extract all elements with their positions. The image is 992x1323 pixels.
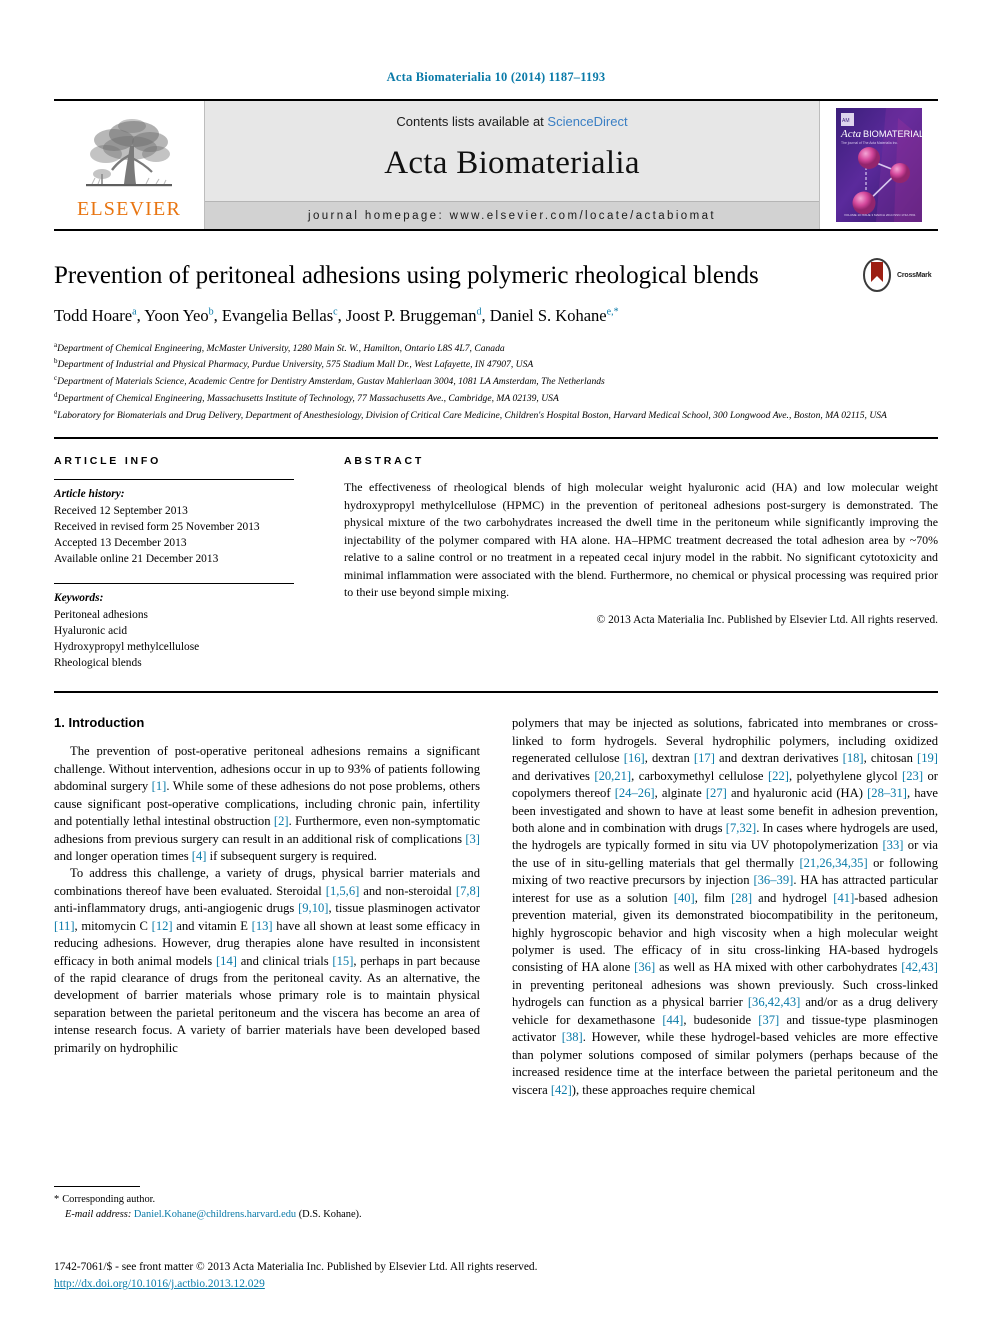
author-sep: , (213, 306, 222, 325)
author-entry: Yoon Yeob, (144, 306, 222, 325)
affiliation-text: Department of Chemical Engineering, McMa… (57, 342, 505, 354)
journal-cover-image: AM Acta BIOMATERIALIA The journal of The… (836, 108, 922, 222)
article-info-column: ARTICLE INFO Article history: Received 1… (54, 455, 342, 671)
email-link[interactable]: Daniel.Kohane@childrens.harvard.edu (134, 1209, 296, 1220)
corresponding-author-note: * Corresponding author. E-mail address: D… (54, 1192, 452, 1222)
masthead-center: Contents lists available at ScienceDirec… (204, 101, 820, 229)
contents-lists-line: Contents lists available at ScienceDirec… (396, 114, 627, 129)
affiliation-text: Laboratory for Biomaterials and Drug Del… (57, 409, 887, 421)
info-abstract-section: ARTICLE INFO Article history: Received 1… (54, 439, 938, 671)
keywords-group: Keywords: Peritoneal adhesions Hyaluroni… (54, 590, 324, 671)
elsevier-tree-icon (86, 118, 172, 186)
section-title-introduction: 1. Introduction (54, 715, 145, 731)
paragraph: To address this challenge, a variety of … (54, 866, 481, 1055)
article-page: Acta Biomaterialia 10 (2014) 1187–1193 E… (0, 0, 992, 1323)
journal-masthead: ELSEVIER Contents lists available at Sci… (54, 99, 938, 229)
author-entry: Evangelia Bellasc, (222, 306, 346, 325)
sciencedirect-link[interactable]: ScienceDirect (547, 114, 627, 129)
author-name: Evangelia Bellas (221, 306, 334, 325)
keyword-item: Hyaluronic acid (54, 624, 128, 637)
affiliation-item: aDepartment of Chemical Engineering, McM… (54, 340, 938, 357)
affiliation-item: cDepartment of Materials Science, Academ… (54, 373, 938, 390)
journal-homepage[interactable]: journal homepage: www.elsevier.com/locat… (205, 201, 819, 229)
affiliation-text: Department of Materials Science, Academi… (57, 376, 605, 388)
email-label: E-mail address: (65, 1209, 132, 1221)
body-column-right: polymers that may be injected as solutio… (512, 715, 938, 1099)
author-entry: Daniel S. Kohanee,* (490, 306, 619, 325)
author-name: Daniel S. Kohane (489, 306, 607, 325)
abstract-bottom-rule (54, 691, 938, 694)
history-item: Accepted 13 December 2013 (54, 537, 187, 550)
contents-prefix: Contents lists available at (396, 114, 548, 129)
author-entry: Joost P. Bruggemand, (346, 306, 490, 325)
author-name: Todd Hoare (54, 306, 133, 325)
affiliation-text: Department of Industrial and Physical Ph… (57, 359, 534, 371)
svg-text:The journal of The Acta Materi: The journal of The Acta Materialia Inc. (841, 141, 898, 145)
paragraph: polymers that may be injected as solutio… (512, 716, 939, 1097)
masthead-bottom-rule (54, 229, 938, 231)
email-owner: (D.S. Kohane). (298, 1209, 362, 1221)
footnote-block: * Corresponding author. E-mail address: D… (54, 1186, 452, 1222)
footnote-rule (54, 1186, 140, 1187)
corresponding-text: Corresponding author. (62, 1194, 156, 1205)
crossmark-badge[interactable]: CrossMark (860, 257, 938, 293)
affiliation-item: eLaboratory for Biomaterials and Drug De… (54, 407, 938, 424)
author-name: Yoon Yeo (144, 306, 209, 325)
abstract-text: The effectiveness of rheological blends … (344, 480, 938, 600)
page-title: Prevention of peritoneal adhesions using… (54, 262, 759, 289)
author-name: Joost P. Bruggeman (345, 306, 477, 325)
abstract-column: ABSTRACT The effectiveness of rheologica… (342, 455, 938, 671)
author-entry: Todd Hoarea, (54, 306, 144, 325)
history-item: Received 12 September 2013 (54, 504, 188, 517)
title-block: Prevention of peritoneal adhesions using… (54, 258, 938, 424)
history-item: Available online 21 December 2013 (54, 553, 219, 566)
keyword-item: Rheological blends (54, 657, 142, 670)
article-history-rule (54, 479, 294, 481)
journal-title: Acta Biomaterialia (384, 145, 640, 181)
article-info-heading: ARTICLE INFO (54, 455, 162, 468)
page-footer: 1742-7061/$ - see front matter © 2013 Ac… (54, 1259, 537, 1293)
author-sep: , (481, 306, 490, 325)
affiliation-item: bDepartment of Industrial and Physical P… (54, 356, 938, 373)
email-line: E-mail address: Daniel.Kohane@childrens.… (54, 1207, 452, 1222)
issn-copyright-line: 1742-7061/$ - see front matter © 2013 Ac… (54, 1261, 538, 1273)
journal-cover-container: AM Acta BIOMATERIALIA The journal of The… (820, 101, 938, 229)
keyword-item: Hydroxypropyl methylcellulose (54, 640, 200, 653)
history-item: Received in revised form 25 November 201… (54, 520, 260, 533)
svg-text:AM: AM (842, 118, 850, 124)
svg-text:BIOMATERIALIA: BIOMATERIALIA (863, 129, 922, 139)
affiliation-list: aDepartment of Chemical Engineering, McM… (54, 340, 938, 424)
crossmark-label: CrossMark (897, 271, 932, 279)
keyword-item: Peritoneal adhesions (54, 608, 148, 621)
author-affil-marker[interactable]: e,* (607, 307, 619, 318)
affiliation-text: Department of Chemical Engineering, Mass… (57, 393, 559, 405)
doi-link[interactable]: http://dx.doi.org/10.1016/j.actbio.2013.… (54, 1276, 537, 1293)
elsevier-wordmark: ELSEVIER (76, 197, 182, 220)
body-column-left: 1. Introduction The prevention of post-o… (54, 715, 480, 1099)
paragraph: The prevention of post-operative periton… (54, 744, 480, 863)
body-columns: 1. Introduction The prevention of post-o… (54, 715, 938, 1099)
article-history-title: Article history: (54, 488, 125, 501)
abstract-copyright: © 2013 Acta Materialia Inc. Published by… (596, 613, 938, 626)
running-head: Acta Biomaterialia 10 (2014) 1187–1193 (386, 70, 606, 84)
corresponding-marker: * (54, 1194, 60, 1205)
keywords-rule (54, 583, 294, 585)
svg-text:VOLUME 10 ISSUE 3 MARCH 2014: VOLUME 10 ISSUE 3 MARCH 2014 ISSN 1742-7… (844, 213, 916, 217)
publisher-logo: ELSEVIER (54, 101, 204, 229)
crossmark-icon (863, 258, 891, 292)
keywords-title: Keywords: (54, 592, 104, 605)
svg-text:Acta: Acta (840, 128, 862, 140)
author-sep: , (337, 306, 346, 325)
affiliation-item: dDepartment of Chemical Engineering, Mas… (54, 390, 938, 407)
article-history-group: Article history: Received 12 September 2… (54, 486, 324, 567)
author-list: Todd Hoarea, Yoon Yeob, Evangelia Bellas… (54, 306, 938, 327)
abstract-heading: ABSTRACT (344, 455, 425, 468)
